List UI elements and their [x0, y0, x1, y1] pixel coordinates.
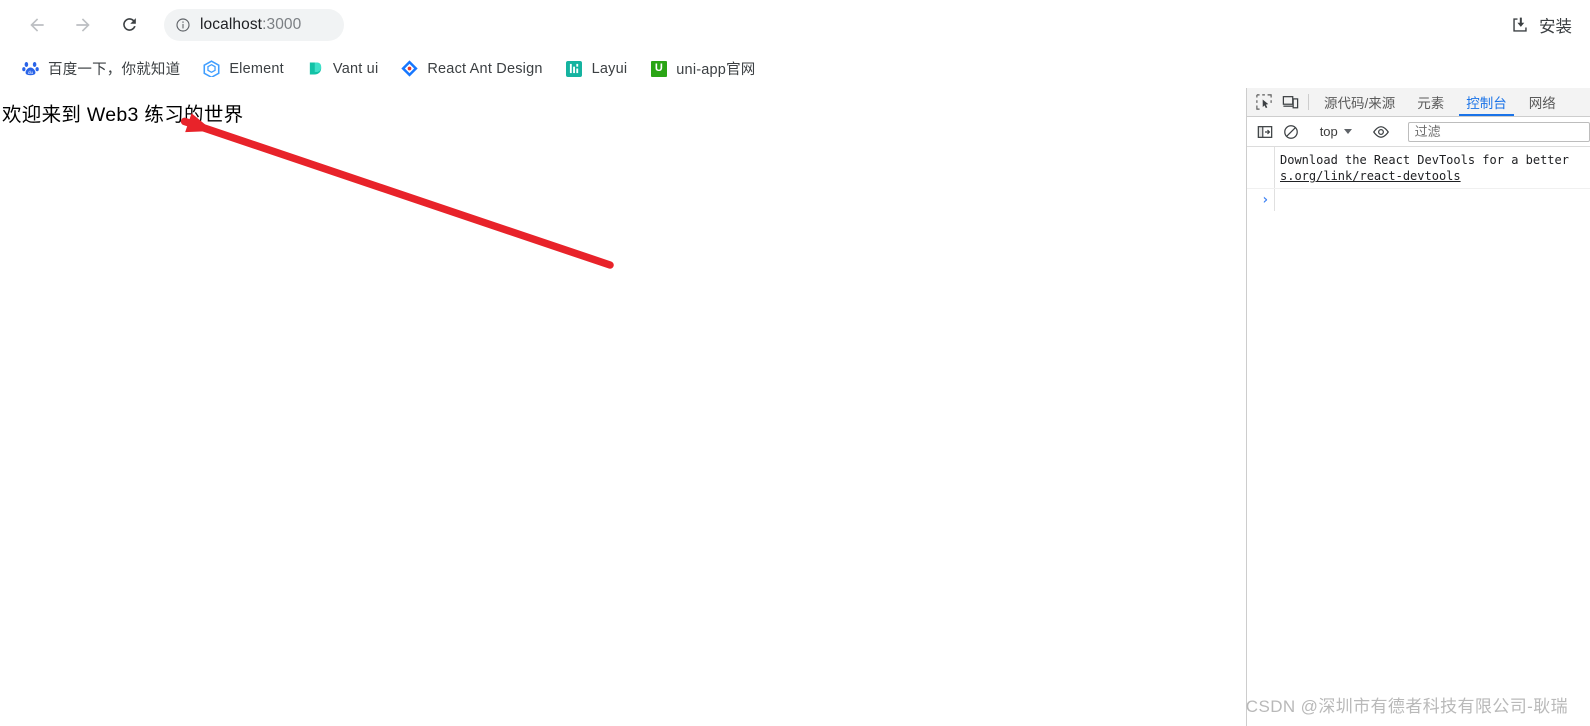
browser-toolbar: localhost:3000 安装 — [0, 0, 1590, 49]
info-circle-icon[interactable] — [175, 17, 191, 33]
arrow-right-icon — [76, 17, 90, 32]
install-app-label: 安装 — [1539, 17, 1572, 36]
console-message-link[interactable]: s.org/link/react-devtools — [1280, 169, 1461, 183]
url-host: localhost — [200, 15, 263, 33]
element-hexagon-icon — [203, 60, 220, 77]
console-sidebar-icon[interactable] — [1252, 124, 1278, 140]
bookmark-element[interactable]: Element — [195, 55, 292, 83]
tab-network[interactable]: 网络 — [1518, 88, 1567, 116]
bookmark-label: React Ant Design — [427, 60, 543, 77]
svg-text:du: du — [28, 70, 34, 75]
page-viewport: 欢迎来到 Web3 练习的世界 — [0, 88, 1246, 726]
bookmark-react-ant-design[interactable]: React Ant Design — [393, 55, 550, 83]
bookmark-label: Element — [229, 60, 284, 77]
console-output[interactable]: Download the React DevTools for a better… — [1247, 147, 1590, 724]
console-input-prompt[interactable]: › — [1247, 189, 1590, 211]
clear-console-icon[interactable] — [1278, 124, 1304, 140]
tab-elements[interactable]: 元素 — [1406, 88, 1455, 116]
bookmark-uniapp[interactable]: U uni-app官网 — [642, 55, 763, 83]
tab-console[interactable]: 控制台 — [1455, 88, 1518, 116]
bookmark-label: uni-app官网 — [676, 62, 756, 78]
console-filter-input[interactable] — [1407, 121, 1590, 142]
console-toolbar: top — [1247, 117, 1590, 147]
toolbar-divider — [1308, 94, 1309, 110]
bookmark-label: 百度一下，你就知道 — [48, 62, 181, 78]
install-download-icon — [1513, 17, 1527, 32]
console-message-text: Download the React DevTools for a better — [1280, 153, 1569, 167]
ant-design-diamond-icon — [401, 60, 419, 77]
page-heading: 欢迎来到 Web3 练习的世界 — [2, 104, 244, 126]
reload-icon — [122, 18, 136, 31]
install-app-button[interactable]: 安装 — [1506, 9, 1576, 41]
url-text: localhost:3000 — [200, 16, 301, 34]
bookmark-baidu[interactable]: du 百度一下，你就知道 — [14, 55, 188, 83]
devtools-panel: 源代码/来源 元素 控制台 网络 top 过滤 Download the Rea… — [1246, 88, 1590, 726]
browser-window: localhost:3000 安装 du 百度一下，你就知道 Element V… — [0, 0, 1590, 726]
js-context-value: top — [1319, 124, 1338, 139]
device-toolbar-icon[interactable] — [1277, 88, 1304, 116]
uniapp-square-icon: U — [650, 60, 667, 77]
toolbar-right-actions: 安装 — [1506, 0, 1576, 49]
bookmark-layui[interactable]: Layui — [558, 55, 636, 83]
prompt-caret-icon: › — [1261, 192, 1270, 208]
chevron-down-icon — [1343, 129, 1352, 134]
csdn-watermark: CSDN @深圳市有德者科技有限公司-耿瑞 — [1245, 697, 1568, 716]
live-expression-eye-icon[interactable] — [1368, 124, 1394, 140]
bookmark-label: Layui — [591, 60, 628, 77]
tab-sources[interactable]: 源代码/来源 — [1313, 88, 1406, 116]
annotation-arrow — [180, 113, 614, 269]
browser-chrome: localhost:3000 安装 du 百度一下，你就知道 Element V… — [0, 0, 1590, 88]
inspect-element-icon[interactable] — [1250, 88, 1277, 116]
baidu-paw-icon: du — [22, 60, 39, 77]
reload-button[interactable] — [112, 8, 146, 42]
vant-icon — [307, 60, 324, 77]
console-message[interactable]: Download the React DevTools for a better… — [1247, 147, 1590, 189]
forward-button[interactable] — [66, 8, 100, 42]
arrow-left-icon — [30, 17, 44, 32]
devtools-tabbar: 源代码/来源 元素 控制台 网络 — [1247, 88, 1590, 117]
bookmark-vant-ui[interactable]: Vant ui — [299, 55, 386, 83]
js-context-selector[interactable]: top — [1313, 124, 1359, 139]
address-bar[interactable]: localhost:3000 — [164, 8, 344, 41]
filter-text-field[interactable] — [1414, 124, 1584, 139]
bookmark-label: Vant ui — [332, 60, 379, 77]
url-port: :3000 — [262, 15, 302, 33]
layui-square-icon — [566, 60, 583, 77]
back-button[interactable] — [20, 8, 54, 42]
bookmarks-bar: du 百度一下，你就知道 Element Vant ui React Ant D… — [0, 49, 1590, 88]
red-arrow-annotation — [180, 113, 614, 269]
